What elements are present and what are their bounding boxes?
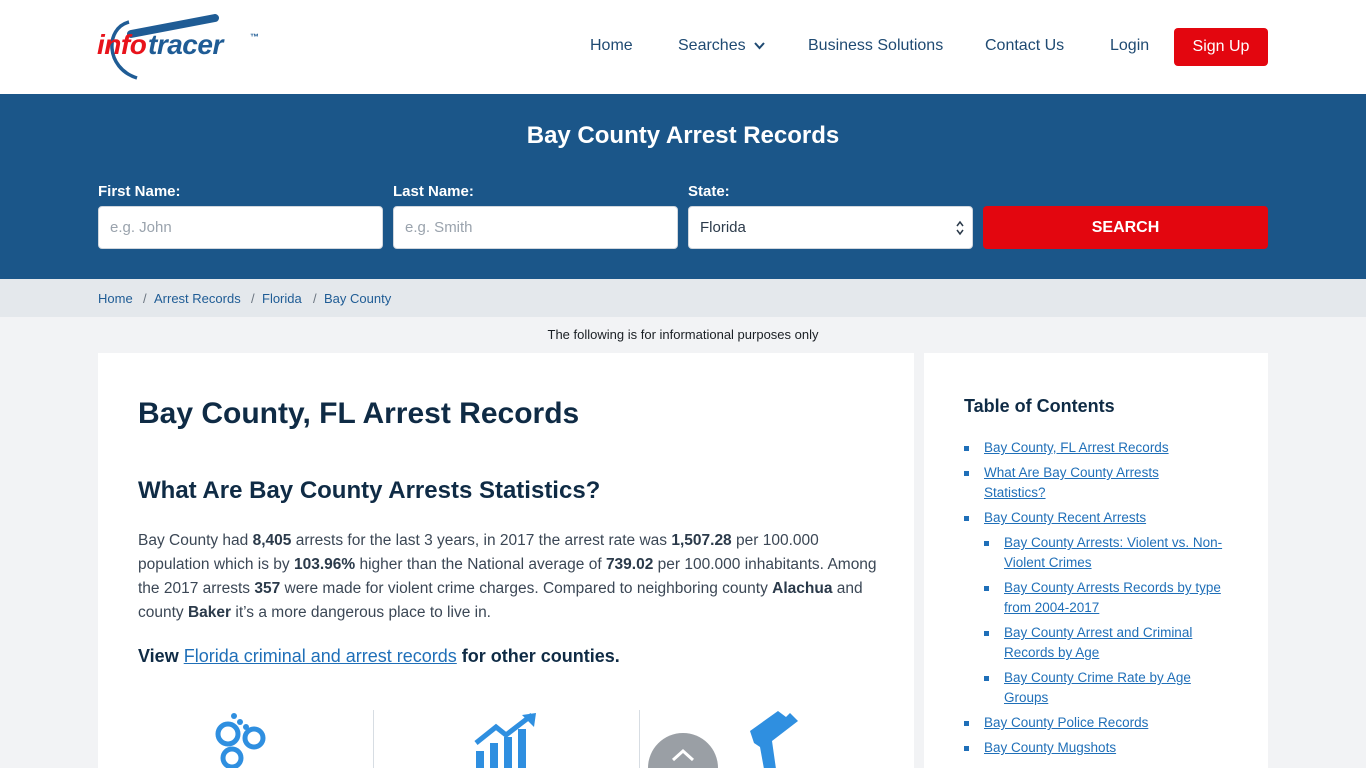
- hero-title: Bay County Arrest Records: [526, 122, 840, 149]
- toc-item-arrest-records[interactable]: Bay County, FL Arrest Records: [984, 438, 1224, 458]
- logo-trademark: ™: [250, 32, 259, 42]
- breadcrumb-separator: /: [143, 291, 147, 306]
- view-suffix: for other counties.: [456, 646, 620, 666]
- nav-searches-label: Searches: [678, 37, 746, 54]
- breadcrumb: Home / Arrest Records / Florida / Bay Co…: [0, 279, 1366, 317]
- main-content-card: Bay County, FL Arrest Records What Are B…: [98, 353, 914, 768]
- toc-bullet: [964, 446, 969, 451]
- state-select[interactable]: Florida: [688, 206, 973, 249]
- toc-item-statistics[interactable]: What Are Bay County Arrests Statistics?: [984, 463, 1194, 503]
- neighbor-county-alachua: Alachua: [772, 580, 833, 597]
- nav-searches[interactable]: Searches: [678, 37, 765, 55]
- state-label: State:: [688, 183, 730, 200]
- search-button[interactable]: SEARCH: [983, 206, 1268, 249]
- handcuffs-icon: [215, 713, 266, 768]
- view-prefix: View: [138, 646, 184, 666]
- logo-text-tracer: tracer: [148, 29, 223, 60]
- infotracer-logo[interactable]: info tracer ™: [97, 14, 262, 80]
- toc-item-records-by-age[interactable]: Bay County Arrest and Criminal Records b…: [1004, 623, 1224, 663]
- para-text: it’s a more dangerous place to live in.: [231, 604, 491, 621]
- breadcrumb-separator: /: [313, 291, 317, 306]
- nav-contact-us[interactable]: Contact Us: [985, 37, 1064, 55]
- breadcrumb-arrest-records[interactable]: Arrest Records: [154, 291, 241, 306]
- first-name-label: First Name:: [98, 183, 181, 200]
- toc-item-violent-vs-nonviolent[interactable]: Bay County Arrests: Violent vs. Non-Viol…: [1004, 533, 1224, 573]
- site-header: info tracer ™ Home Searches Business Sol…: [0, 0, 1366, 94]
- breadcrumb-florida[interactable]: Florida: [262, 291, 302, 306]
- stat-divider: [639, 710, 640, 768]
- statistics-heading: What Are Bay County Arrests Statistics?: [138, 477, 601, 504]
- nav-business-solutions[interactable]: Business Solutions: [808, 37, 943, 55]
- select-arrows-icon: [956, 220, 964, 236]
- page-title: Bay County, FL Arrest Records: [138, 397, 580, 430]
- table-of-contents: Table of Contents Bay County, FL Arrest …: [924, 353, 1268, 768]
- growth-chart-icon: [474, 713, 536, 768]
- toc-bullet: [984, 676, 989, 681]
- stat-arrests: 8,405: [252, 532, 292, 549]
- toc-bullet: [984, 586, 989, 591]
- toc-bullet: [964, 516, 969, 521]
- stat-violent-arrests: 357: [254, 580, 281, 597]
- toc-bullet: [984, 631, 989, 636]
- last-name-input[interactable]: [393, 206, 678, 249]
- statistics-paragraph: Bay County had 8,405 arrests for the las…: [138, 529, 878, 625]
- toc-item-mugshots[interactable]: Bay County Mugshots: [984, 738, 1224, 758]
- toc-item-records-by-type[interactable]: Bay County Arrests Records by type from …: [1004, 578, 1224, 618]
- stat-divider: [373, 710, 374, 768]
- toc-bullet: [964, 721, 969, 726]
- para-text: higher than the National average of: [355, 556, 606, 573]
- toc-bullet: [984, 541, 989, 546]
- chevron-down-icon: [753, 42, 765, 50]
- last-name-label: Last Name:: [393, 183, 474, 200]
- neighbor-county-baker: Baker: [187, 604, 232, 621]
- breadcrumb-home[interactable]: Home: [98, 291, 133, 306]
- stat-percent-higher: 103.96%: [293, 556, 356, 573]
- chevron-up-icon: [671, 748, 695, 762]
- para-text: Bay County had: [138, 532, 253, 549]
- stat-national-average: 739.02: [605, 556, 654, 573]
- handgun-icon: [750, 711, 798, 768]
- toc-bullet: [964, 471, 969, 476]
- first-name-input[interactable]: [98, 206, 383, 249]
- view-other-counties: View Florida criminal and arrest records…: [138, 646, 620, 667]
- toc-item-police-records[interactable]: Bay County Police Records: [984, 713, 1224, 733]
- nav-login[interactable]: Login: [1110, 37, 1149, 55]
- toc-title: Table of Contents: [964, 396, 1115, 416]
- stat-arrest-rate: 1,507.28: [671, 532, 732, 549]
- toc-item-crime-rate-by-age[interactable]: Bay County Crime Rate by Age Groups: [1004, 668, 1214, 708]
- toc-item-recent-arrests[interactable]: Bay County Recent Arrests: [984, 508, 1224, 528]
- florida-records-link[interactable]: Florida criminal and arrest records: [184, 646, 457, 666]
- para-text: arrests for the last 3 years, in 2017 th…: [291, 532, 672, 549]
- breadcrumb-separator: /: [251, 291, 255, 306]
- informational-notice: The following is for informational purpo…: [547, 327, 819, 342]
- sign-up-button[interactable]: Sign Up: [1174, 28, 1268, 66]
- breadcrumb-bay-county[interactable]: Bay County: [324, 291, 391, 306]
- toc-bullet: [964, 746, 969, 751]
- state-select-value: Florida: [700, 219, 746, 236]
- logo-text-info: info: [97, 29, 147, 60]
- nav-home[interactable]: Home: [590, 37, 633, 55]
- para-text: were made for violent crime charges. Com…: [280, 580, 773, 597]
- search-hero: Bay County Arrest Records First Name: La…: [0, 94, 1366, 279]
